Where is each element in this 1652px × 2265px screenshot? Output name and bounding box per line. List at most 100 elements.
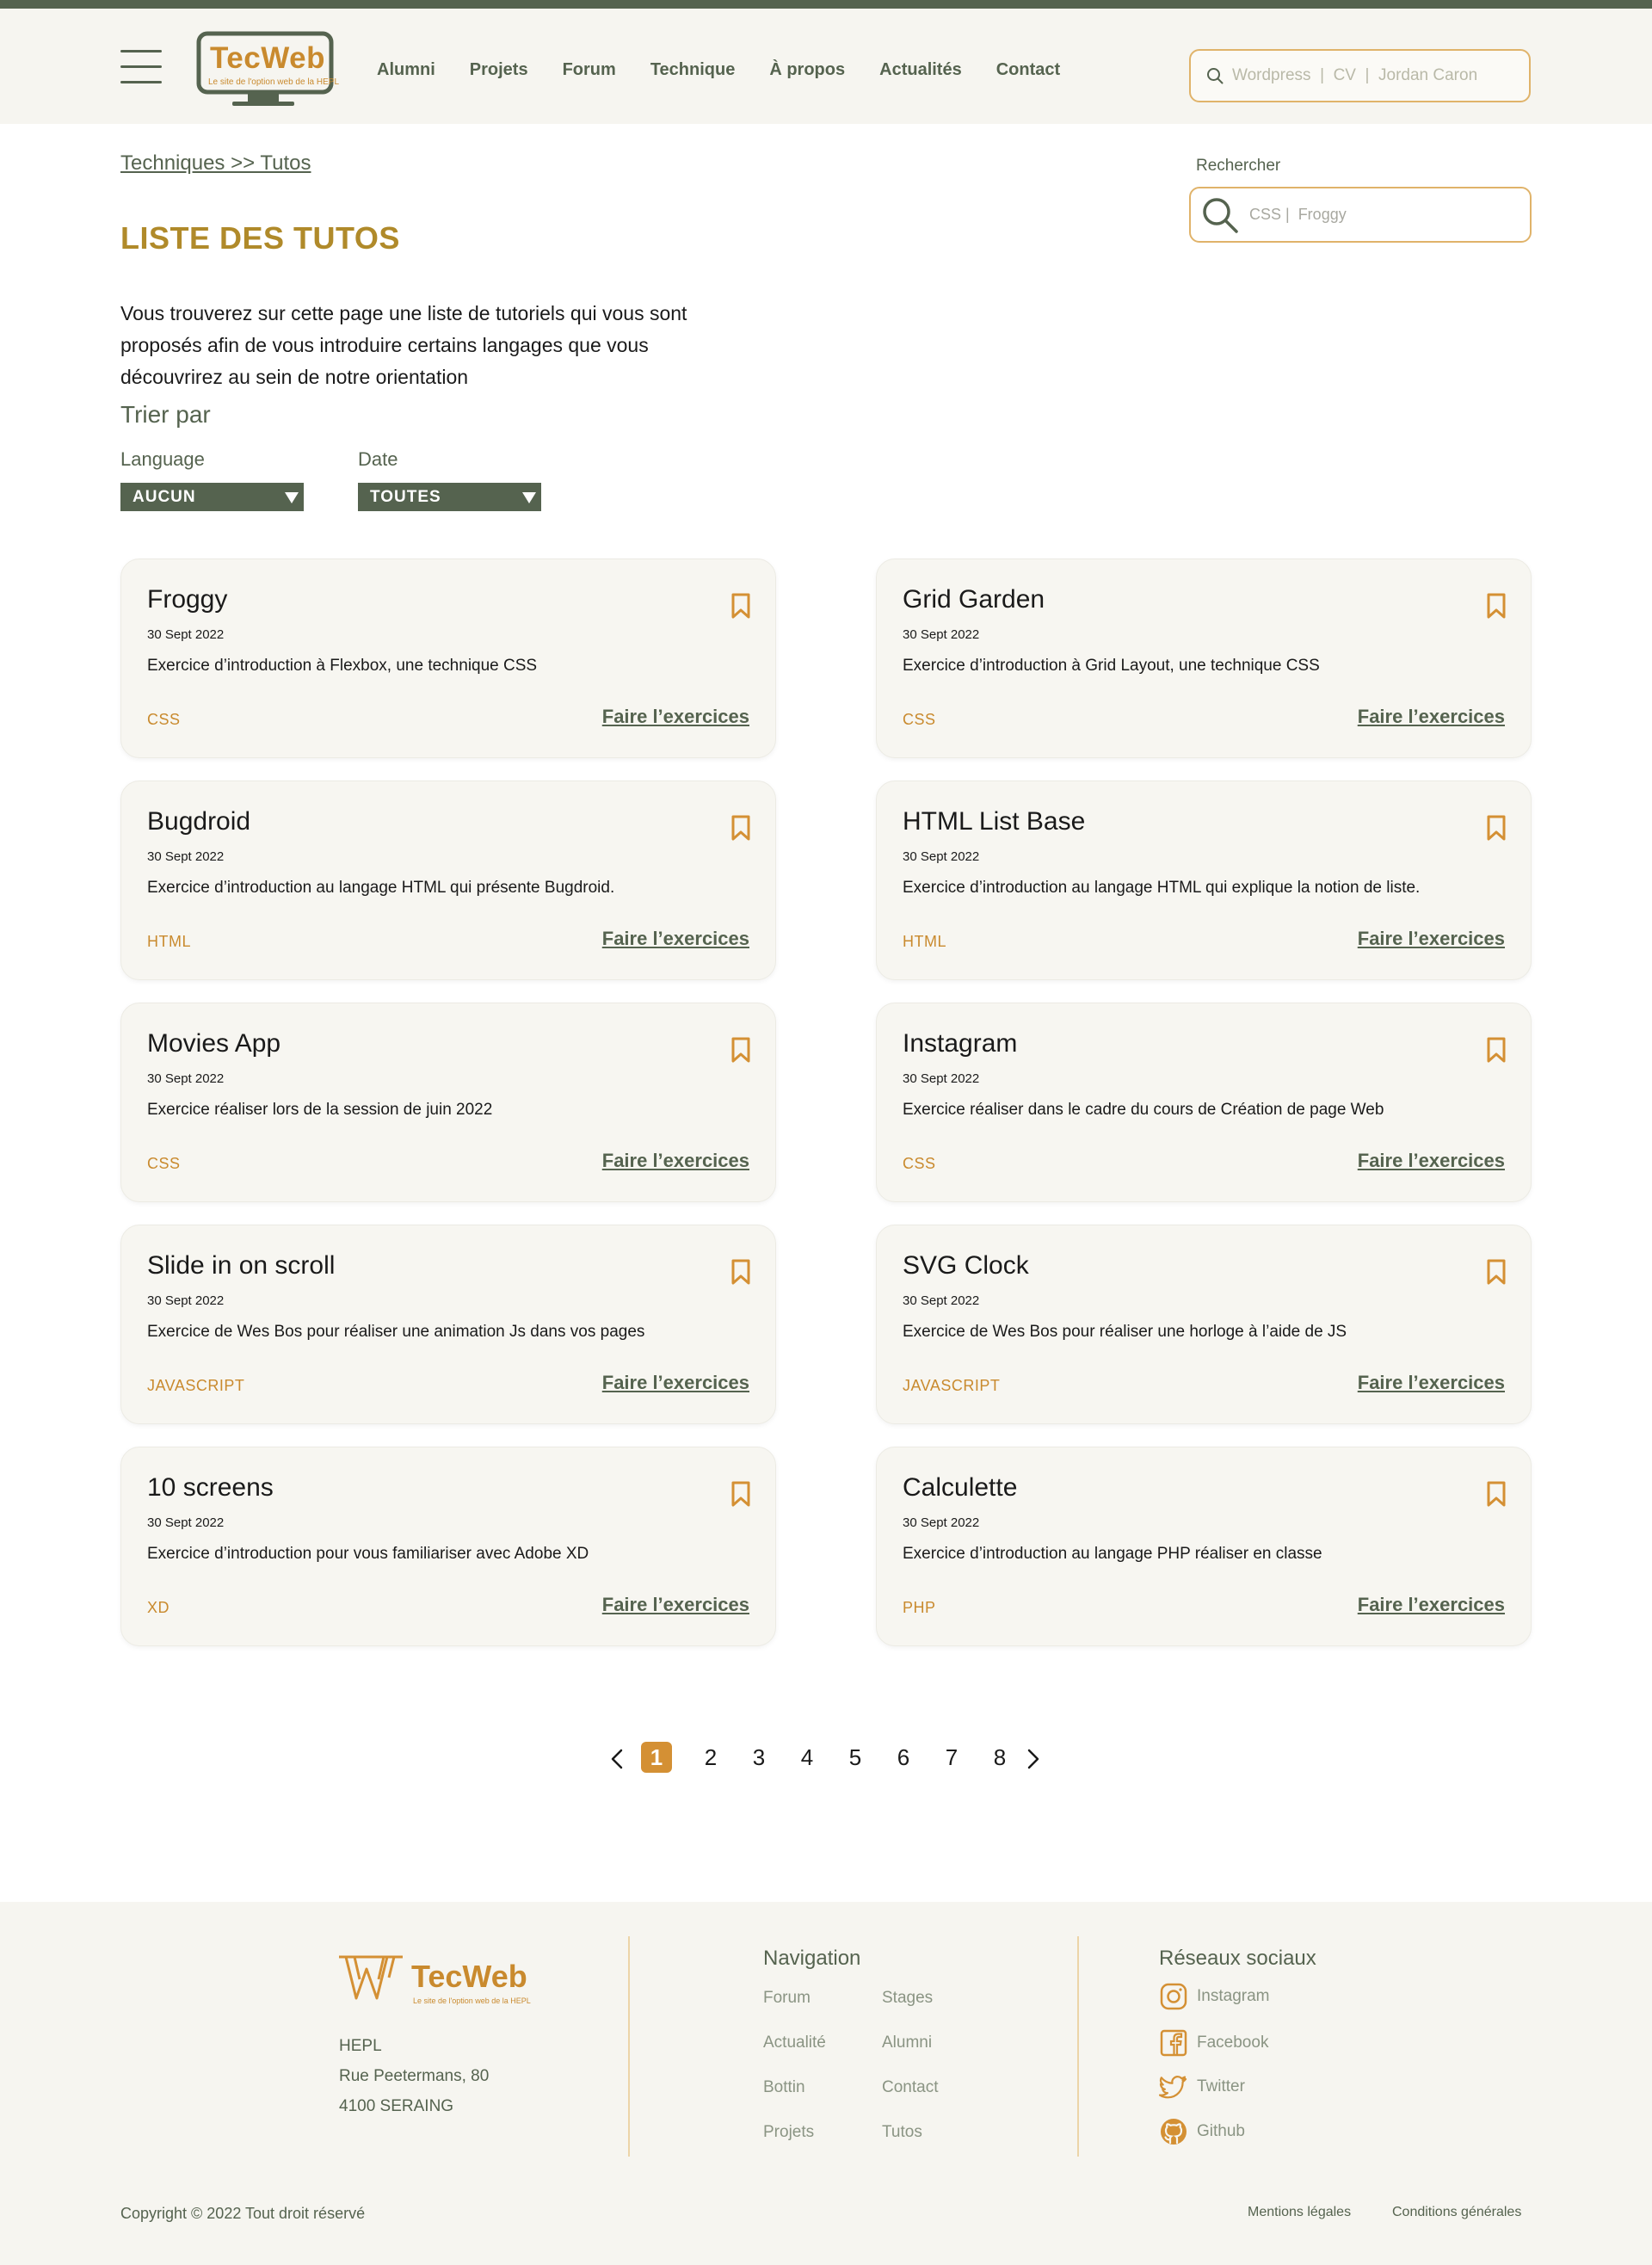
card-title: Grid Garden: [903, 585, 1045, 614]
footer-link-tutos[interactable]: Tutos: [882, 2123, 922, 2142]
chevron-right-icon[interactable]: [1024, 1749, 1041, 1769]
nav-projets[interactable]: Projets: [470, 60, 528, 80]
page-4-button[interactable]: 4: [792, 1742, 823, 1773]
side-search[interactable]: [1189, 187, 1532, 243]
header-search-input[interactable]: [1232, 66, 1516, 85]
footer-link-stages[interactable]: Stages: [882, 1989, 933, 2008]
logo[interactable]: TecWeb Le site de l'option web de la HEP…: [196, 31, 342, 108]
bookmark-icon[interactable]: [1486, 1258, 1507, 1286]
footer-logo[interactable]: TecWeb Le site de l'option web de la HEP…: [337, 1953, 544, 2010]
bookmark-icon[interactable]: [730, 1258, 751, 1286]
search-icon: [1203, 197, 1238, 233]
instagram-icon: [1160, 1983, 1187, 2010]
search-icon: [1207, 68, 1224, 84]
logo-name: TecWeb: [210, 41, 325, 75]
nav-forum[interactable]: Forum: [563, 60, 616, 80]
card-tag: CSS: [147, 1155, 181, 1172]
top-accent-bar: [0, 0, 1652, 9]
do-exercise-link[interactable]: Faire l’exercices: [1358, 1372, 1505, 1394]
card-tag: XD: [147, 1599, 170, 1616]
card-date: 30 Sept 2022: [147, 1293, 225, 1308]
do-exercise-link[interactable]: Faire l’exercices: [602, 928, 749, 950]
card-description: Exercice réaliser dans le cadre du cours…: [903, 1101, 1384, 1119]
address-line: 4100 SERAING: [339, 2097, 454, 2115]
bookmark-icon[interactable]: [730, 1036, 751, 1064]
page-2-button[interactable]: 2: [695, 1742, 726, 1773]
page-title: LISTE DES TUTOS: [120, 220, 400, 256]
card-date: 30 Sept 2022: [903, 1515, 980, 1530]
card-title: HTML List Base: [903, 807, 1086, 836]
footer-logo-tagline: Le site de l'option web de la HEPL: [413, 1997, 531, 2005]
bookmark-icon[interactable]: [1486, 1036, 1507, 1064]
do-exercise-link[interactable]: Faire l’exercices: [1358, 1594, 1505, 1616]
card-tag: CSS: [903, 1155, 936, 1172]
bookmark-icon[interactable]: [1486, 592, 1507, 620]
page-6-button[interactable]: 6: [888, 1742, 919, 1773]
footer-link-projets[interactable]: Projets: [763, 2123, 814, 2142]
card-description: Exercice d’introduction à Flexbox, une t…: [147, 657, 538, 675]
do-exercise-link[interactable]: Faire l’exercices: [1358, 706, 1505, 728]
chevron-left-icon[interactable]: [609, 1749, 626, 1769]
social-github[interactable]: Github: [1159, 2117, 1245, 2146]
card-tag: HTML: [903, 933, 946, 950]
page-8-button[interactable]: 8: [984, 1742, 1015, 1773]
tutorial-card: Instagram 30 Sept 2022 Exercice réaliser…: [876, 1003, 1532, 1202]
footer-address: HEPL Rue Peetermans, 80 4100 SERAING: [339, 2031, 489, 2121]
do-exercise-link[interactable]: Faire l’exercices: [1358, 928, 1505, 950]
card-tag: CSS: [147, 711, 181, 728]
bookmark-icon[interactable]: [730, 814, 751, 842]
site-footer: TecWeb Le site de l'option web de la HEP…: [0, 1902, 1652, 2265]
social-twitter[interactable]: Twitter: [1159, 2072, 1245, 2101]
legal-notice-link[interactable]: Mentions légales: [1248, 2205, 1351, 2220]
tutorial-card: Bugdroid 30 Sept 2022 Exercice d’introdu…: [120, 781, 776, 980]
sort-title: Trier par: [120, 401, 211, 428]
social-facebook[interactable]: Facebook: [1159, 2028, 1268, 2058]
page-1-button[interactable]: 1: [641, 1742, 672, 1773]
footer-link-alumni[interactable]: Alumni: [882, 2034, 932, 2052]
footer-divider: [1077, 1936, 1079, 2157]
tutorial-card: Froggy 30 Sept 2022 Exercice d’introduct…: [120, 559, 776, 758]
terms-link[interactable]: Conditions générales: [1392, 2205, 1521, 2220]
bookmark-icon[interactable]: [1486, 1480, 1507, 1508]
page-5-button[interactable]: 5: [840, 1742, 871, 1773]
card-title: Instagram: [903, 1029, 1018, 1058]
card-tag: CSS: [903, 711, 936, 728]
footer-nav-heading: Navigation: [763, 1947, 861, 1970]
page-7-button[interactable]: 7: [936, 1742, 967, 1773]
address-line: HEPL: [339, 2037, 382, 2055]
social-instagram[interactable]: Instagram: [1159, 1982, 1269, 2011]
caret-down-icon: [522, 492, 536, 503]
card-date: 30 Sept 2022: [147, 627, 225, 642]
footer-link-forum[interactable]: Forum: [763, 1989, 811, 2008]
footer-logo-name: TecWeb: [411, 1959, 527, 1994]
do-exercise-link[interactable]: Faire l’exercices: [602, 1150, 749, 1172]
date-select[interactable]: TOUTES: [358, 483, 541, 511]
do-exercise-link[interactable]: Faire l’exercices: [602, 1594, 749, 1616]
twitter-icon: [1159, 2076, 1187, 2099]
card-description: Exercice d’introduction au langage HTML …: [147, 879, 615, 897]
nav-actualites[interactable]: Actualités: [879, 60, 962, 80]
do-exercise-link[interactable]: Faire l’exercices: [1358, 1150, 1505, 1172]
page-3-button[interactable]: 3: [743, 1742, 774, 1773]
nav-contact[interactable]: Contact: [996, 60, 1060, 80]
nav-technique[interactable]: Technique: [650, 60, 736, 80]
card-title: 10 screens: [147, 1473, 274, 1502]
tutorial-card: SVG Clock 30 Sept 2022 Exercice de Wes B…: [876, 1225, 1532, 1424]
header-search[interactable]: [1189, 49, 1531, 102]
language-select[interactable]: AUCUN: [120, 483, 304, 511]
nav-a-propos[interactable]: À propos: [769, 60, 845, 80]
bookmark-icon[interactable]: [1486, 814, 1507, 842]
nav-alumni[interactable]: Alumni: [377, 60, 435, 80]
do-exercise-link[interactable]: Faire l’exercices: [602, 1372, 749, 1394]
menu-icon[interactable]: [120, 50, 162, 84]
bookmark-icon[interactable]: [730, 592, 751, 620]
bookmark-icon[interactable]: [730, 1480, 751, 1508]
card-date: 30 Sept 2022: [147, 1071, 225, 1086]
breadcrumb[interactable]: Techniques >> Tutos: [120, 151, 311, 176]
footer-link-contact[interactable]: Contact: [882, 2078, 938, 2097]
side-search-input[interactable]: [1249, 206, 1507, 224]
footer-link-actualite[interactable]: Actualité: [763, 2034, 826, 2052]
do-exercise-link[interactable]: Faire l’exercices: [602, 706, 749, 728]
card-description: Exercice d’introduction au langage HTML …: [903, 879, 1421, 897]
footer-link-bottin[interactable]: Bottin: [763, 2078, 805, 2097]
